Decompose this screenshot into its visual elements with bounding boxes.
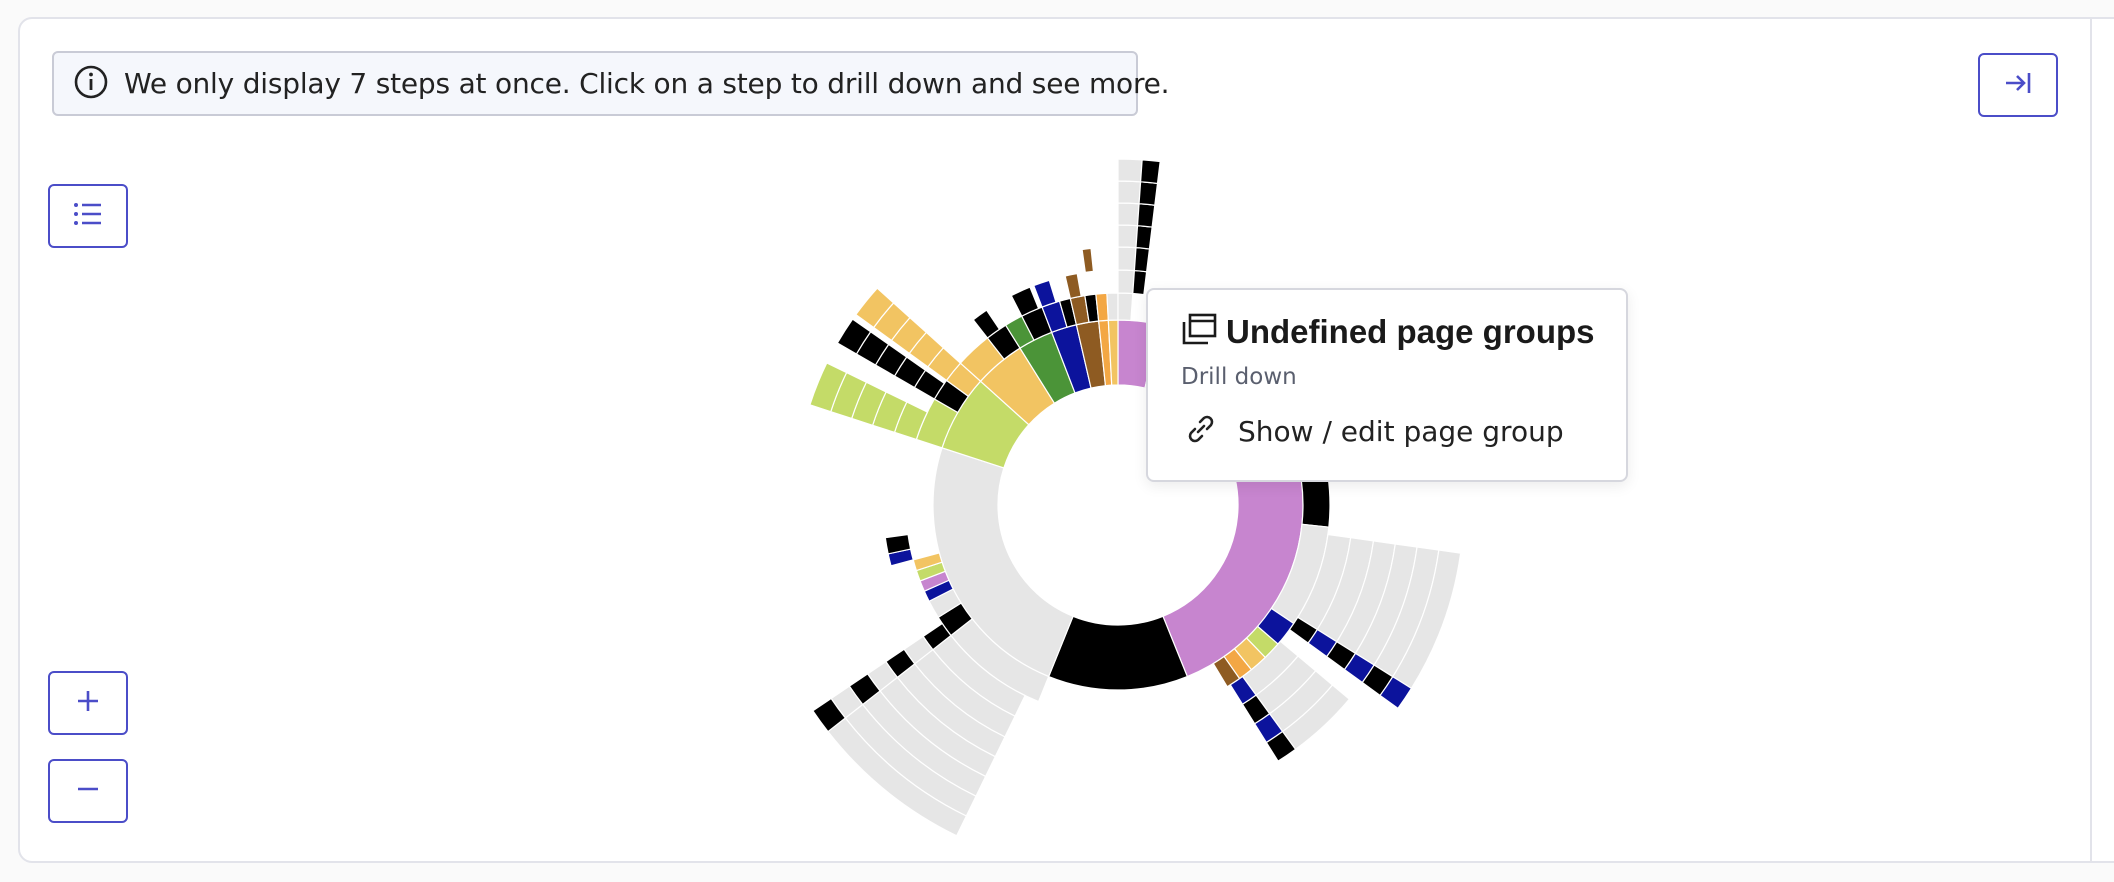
sunburst-segment-12[interactable] <box>1300 474 1331 528</box>
sunburst-segment-105[interactable] <box>1081 247 1095 273</box>
sunburst-segment-38[interactable] <box>1106 292 1119 321</box>
sunburst-segment-37[interactable] <box>1095 292 1109 322</box>
sunburst-segment-39[interactable] <box>1117 292 1134 322</box>
sunburst-segment-100[interactable] <box>1139 159 1161 185</box>
sunburst-segment-97[interactable] <box>1117 180 1142 205</box>
drill-down-link[interactable]: Drill down <box>1181 364 1297 390</box>
popover-title: Undefined page groups <box>1226 313 1595 350</box>
sunburst-segment-95[interactable] <box>1117 202 1140 227</box>
sunburst-chart <box>0 0 2114 878</box>
sunburst-segment-104[interactable] <box>1064 272 1082 300</box>
show-edit-page-group-link[interactable]: Show / edit page group <box>1184 412 1564 450</box>
sunburst-segment-103[interactable] <box>1033 279 1057 308</box>
sunburst-svg <box>809 158 1462 837</box>
sunburst-segment-98[interactable] <box>1138 181 1159 206</box>
page-groups-icon <box>1180 312 1218 352</box>
link-icon <box>1184 412 1218 450</box>
sunburst-segment-93[interactable] <box>1117 224 1139 249</box>
sunburst-segment-90[interactable] <box>1132 269 1148 296</box>
sunburst-segment-92[interactable] <box>1133 246 1151 273</box>
sunburst-segment-99[interactable] <box>1117 158 1143 183</box>
sunburst-segment-96[interactable] <box>1136 203 1156 228</box>
step-popover: Undefined page groups Drill down Show / … <box>1146 288 1628 482</box>
sunburst-segment-3[interactable] <box>1047 615 1189 691</box>
sunburst-segment-91[interactable] <box>1117 246 1137 272</box>
sunburst-segment-89[interactable] <box>1117 269 1136 295</box>
sunburst-segment-94[interactable] <box>1135 225 1153 250</box>
show-edit-page-group-label: Show / edit page group <box>1238 414 1564 448</box>
